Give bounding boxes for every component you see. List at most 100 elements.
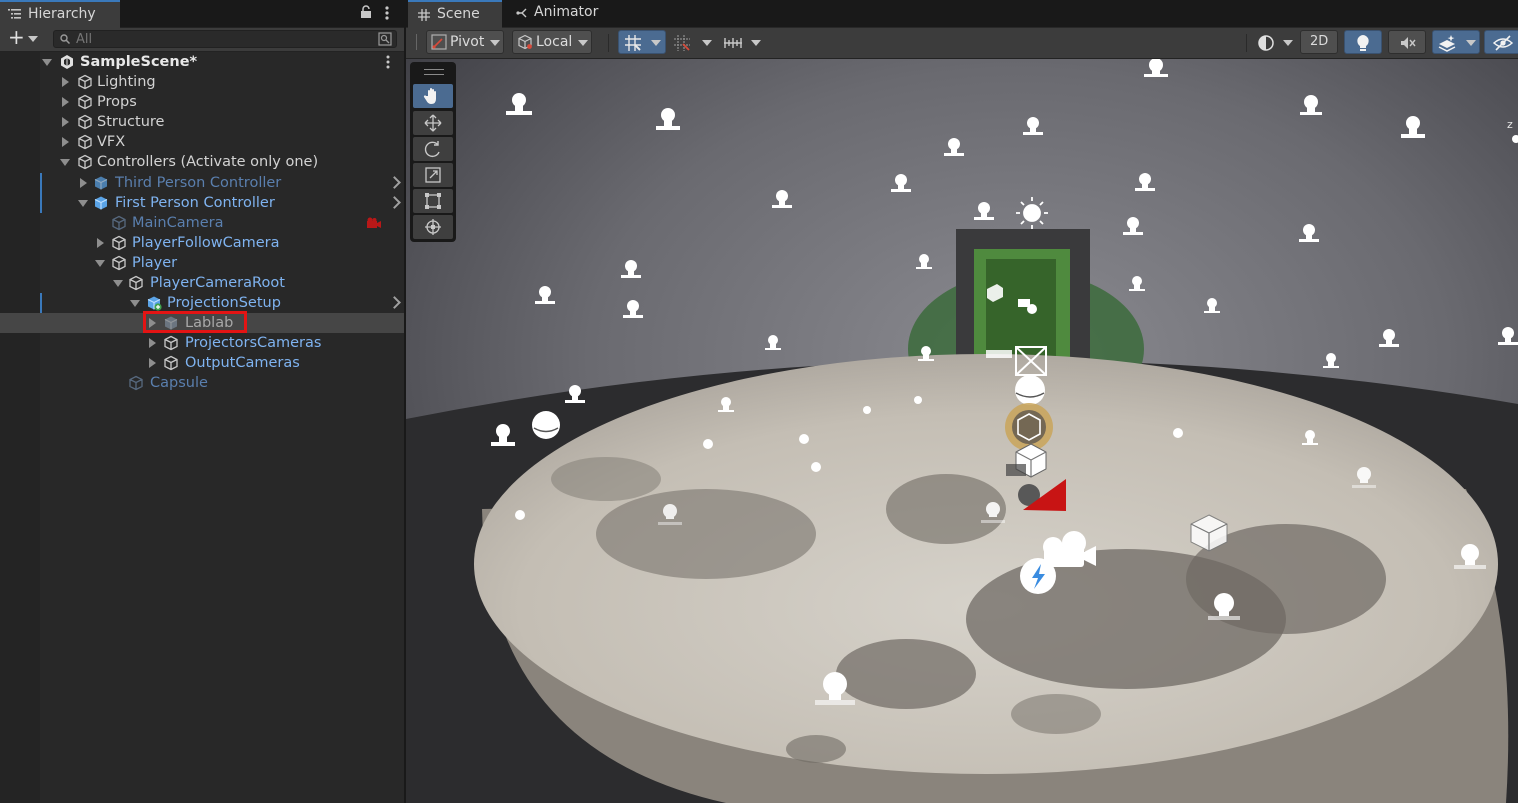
light-probe-gizmo <box>658 504 682 525</box>
gameobject-cube-icon <box>78 134 92 150</box>
effects-dropdown[interactable] <box>1432 30 1480 54</box>
hand-tool-button[interactable] <box>413 84 453 108</box>
expand-arrow-icon[interactable] <box>62 77 69 87</box>
layers-effects-icon <box>1438 35 1456 52</box>
chevron-down-icon <box>702 40 712 46</box>
local-global-dropdown[interactable]: Local <box>512 30 592 54</box>
toolbar-separator <box>1246 34 1247 52</box>
search-filter-icon[interactable] <box>378 32 392 46</box>
tree-item-props[interactable]: Props <box>0 92 404 112</box>
light-probe-gizmo <box>1144 59 1168 77</box>
open-prefab-chevron-icon[interactable] <box>388 176 401 189</box>
collapse-arrow-icon[interactable] <box>42 59 52 66</box>
camera-warning-icon <box>367 217 381 228</box>
scene-tab-bar: Scene Animator <box>406 0 1518 28</box>
reflection-probe-gizmo <box>1190 514 1228 552</box>
tree-item-label: First Person Controller <box>115 195 275 211</box>
tree-item-label: PlayerCameraRoot <box>150 275 285 291</box>
tree-item-lighting[interactable]: Lighting <box>0 72 404 92</box>
toolbar-grip <box>416 34 417 50</box>
more-options-icon[interactable] <box>386 55 390 69</box>
more-options-icon[interactable] <box>382 5 392 21</box>
palette-grip[interactable] <box>424 69 444 75</box>
tree-item-label: Third Person Controller <box>115 175 282 191</box>
scale-icon <box>425 167 441 183</box>
speaker-muted-icon <box>1401 37 1416 49</box>
expand-arrow-icon[interactable] <box>62 117 69 127</box>
light-probe-gizmo <box>891 174 911 192</box>
tab-animator[interactable]: Animator <box>506 0 606 28</box>
chevron-down-icon <box>490 40 500 46</box>
hierarchy-tab-label: Hierarchy <box>28 6 96 22</box>
collapse-arrow-icon[interactable] <box>60 159 70 166</box>
tree-item-projectors-cameras[interactable]: ProjectorsCameras <box>0 333 404 353</box>
tree-item-output-cameras[interactable]: OutputCameras <box>0 353 404 373</box>
open-prefab-chevron-icon[interactable] <box>388 296 401 309</box>
scene-viewport[interactable]: z <box>406 59 1518 803</box>
draw-mode-dropdown[interactable] <box>1252 30 1298 54</box>
light-probe-gizmo <box>718 397 734 412</box>
tree-item-capsule[interactable]: Capsule <box>0 373 404 393</box>
expand-arrow-icon[interactable] <box>62 137 69 147</box>
scene-row[interactable]: SampleScene* <box>0 52 404 72</box>
chevron-down-icon <box>651 40 661 46</box>
expand-arrow-icon[interactable] <box>149 338 156 348</box>
expand-arrow-icon[interactable] <box>80 178 87 188</box>
pivot-dropdown[interactable]: Pivot <box>426 30 504 54</box>
increment-snap-button[interactable] <box>668 30 716 54</box>
scene-lighting-toggle[interactable] <box>1344 30 1382 54</box>
tree-item-player-camera-root[interactable]: PlayerCameraRoot <box>0 273 404 293</box>
tree-item-player-follow-camera[interactable]: PlayerFollowCamera <box>0 233 404 253</box>
audio-toggle[interactable] <box>1388 30 1426 54</box>
rotate-tool-button[interactable] <box>413 137 453 161</box>
toggle-2d-button[interactable]: 2D <box>1300 30 1338 54</box>
tree-item-label: ProjectionSetup <box>167 295 281 311</box>
light-probe-gizmo <box>1129 276 1145 291</box>
transform-tool-button[interactable] <box>413 215 453 239</box>
scene-gizmos: z <box>491 59 1518 705</box>
tree-item-projection-setup[interactable]: ProjectionSetup <box>0 293 404 313</box>
hierarchy-tab[interactable]: Hierarchy <box>0 0 120 28</box>
tree-item-label: Lighting <box>97 74 156 90</box>
gameobject-cube-icon <box>129 375 143 391</box>
open-prefab-chevron-icon[interactable] <box>388 196 401 209</box>
collapse-arrow-icon[interactable] <box>95 260 105 267</box>
hierarchy-search[interactable] <box>53 30 397 48</box>
tree-item-player[interactable]: Player <box>0 253 404 273</box>
tree-item-vfx[interactable]: VFX <box>0 132 404 152</box>
lock-icon[interactable] <box>360 5 372 19</box>
move-tool-button[interactable] <box>413 111 453 135</box>
scene-visibility-toggle[interactable] <box>1484 30 1518 54</box>
tab-scene[interactable]: Scene <box>408 0 502 28</box>
tree-item-third-person-controller[interactable]: Third Person Controller <box>0 173 404 193</box>
tree-item-label: OutputCameras <box>185 355 300 371</box>
gameobject-cube-icon <box>164 355 178 371</box>
scale-tool-button[interactable] <box>413 163 453 187</box>
tree-item-first-person-controller[interactable]: First Person Controller <box>0 193 404 213</box>
collapse-arrow-icon[interactable] <box>113 280 123 287</box>
light-probe-gizmo <box>1135 173 1155 191</box>
grid-snapping-button[interactable] <box>618 30 666 54</box>
search-input[interactable] <box>76 31 366 47</box>
light-probe-gizmo <box>1023 117 1043 135</box>
collapse-arrow-icon[interactable] <box>78 200 88 207</box>
expand-arrow-icon[interactable] <box>97 238 104 248</box>
tree-item-main-camera[interactable]: MainCamera <box>0 213 404 233</box>
light-probe-gizmo <box>1352 467 1376 488</box>
camera-gizmo <box>1043 531 1096 567</box>
expand-arrow-icon[interactable] <box>62 97 69 107</box>
tree-item-structure[interactable]: Structure <box>0 112 404 132</box>
collapse-arrow-icon[interactable] <box>130 300 140 307</box>
chevron-down-icon <box>28 36 38 42</box>
add-object-button[interactable]: + <box>6 27 42 48</box>
toggle-2d-label: 2D <box>1310 34 1329 49</box>
light-probe-gizmo <box>656 108 680 130</box>
light-probe-gizmo <box>981 502 1005 523</box>
gameobject-cube-icon <box>78 74 92 90</box>
tree-item-controllers[interactable]: Controllers (Activate only one) <box>0 152 404 172</box>
rotate-icon <box>424 141 440 158</box>
expand-arrow-icon[interactable] <box>149 358 156 368</box>
rect-tool-button[interactable] <box>413 189 453 213</box>
chevron-down-icon <box>1283 40 1293 46</box>
align-dropdown[interactable] <box>718 30 764 54</box>
